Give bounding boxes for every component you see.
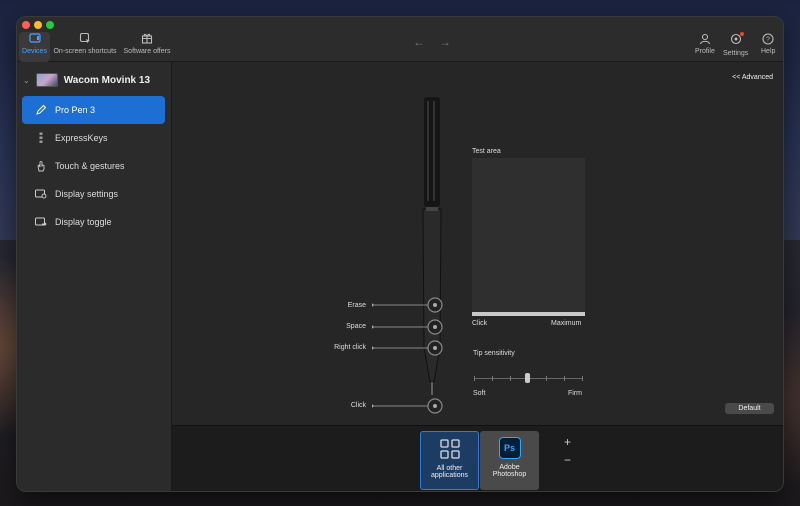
tab-devices-label: Devices — [22, 48, 47, 55]
sidebar-item-label: Pro Pen 3 — [55, 105, 96, 115]
window-controls — [22, 21, 54, 29]
pressure-maximum-label: Maximum — [551, 320, 582, 327]
tab-devices[interactable]: Devices — [19, 32, 50, 62]
app-all-other-applications[interactable]: All other applications — [420, 431, 479, 490]
sidebar-item-label: ExpressKeys — [55, 133, 108, 143]
tab-on-screen-shortcuts[interactable]: On-screen shortcuts — [53, 32, 117, 62]
close-window-button[interactable] — [22, 21, 30, 29]
sidebar-item-label: Display settings — [55, 189, 119, 199]
sidebar-item-display-settings[interactable]: Display settings — [22, 180, 165, 208]
remove-application-button[interactable]: − — [564, 452, 571, 468]
forward-arrow-icon[interactable]: → — [439, 35, 451, 49]
app-add-remove-controls: + − — [564, 434, 571, 468]
device-selector[interactable]: ⌄ Wacom Movink 13 — [23, 73, 150, 87]
settings-button[interactable]: Settings — [723, 32, 749, 57]
settings-icon-wrap — [730, 32, 744, 50]
grid-icon — [439, 439, 460, 459]
pen-button-space[interactable]: Space — [306, 323, 366, 330]
tip-sensitivity-title: Tip sensitivity — [473, 350, 515, 357]
photoshop-icon: Ps — [498, 437, 521, 459]
pen-settings-panel: << Advanced Erase Space Right click Clic… — [172, 62, 783, 425]
sidebar-item-expresskeys[interactable]: ExpressKeys — [22, 124, 165, 152]
application-bar: All other applications Ps Adobe Photosho… — [172, 425, 783, 491]
slider-tick — [564, 376, 565, 381]
app-adobe-photoshop[interactable]: Ps Adobe Photoshop — [480, 431, 539, 490]
back-arrow-icon[interactable]: ← — [413, 35, 425, 49]
tab-software-offers-label: Software offers — [123, 48, 171, 55]
pen-button-callouts — [372, 297, 443, 414]
display-toggle-icon — [35, 217, 47, 226]
chevron-down-icon[interactable]: ⌄ — [23, 76, 30, 85]
help-button[interactable]: ? Help — [761, 33, 775, 55]
app-window: Devices On-screen shortcuts Software off… — [16, 16, 784, 492]
default-button[interactable]: Default — [725, 403, 774, 414]
sidebar-item-display-toggle[interactable]: Display toggle — [22, 208, 165, 236]
app-label-line1: All other — [436, 465, 463, 472]
minimize-window-button[interactable] — [34, 21, 42, 29]
pen-button-erase[interactable]: Erase — [306, 302, 366, 309]
sidebar-item-label: Touch & gestures — [55, 161, 125, 171]
soft-label: Soft — [473, 390, 486, 397]
app-label-line2: Photoshop — [492, 471, 527, 478]
devices-icon — [28, 33, 41, 43]
sidebar: ⌄ Wacom Movink 13 Pro Pen 3 ExpressKeys … — [17, 62, 172, 491]
gift-icon — [141, 33, 153, 44]
device-thumbnail — [35, 73, 58, 87]
sidebar-item-touch-gestures[interactable]: Touch & gestures — [22, 152, 165, 180]
tab-shortcuts-label: On-screen shortcuts — [53, 48, 117, 55]
profile-icon — [699, 33, 710, 45]
test-area-title: Test area — [472, 148, 501, 155]
slider-tick — [546, 376, 547, 381]
settings-label: Settings — [723, 50, 749, 57]
app-label-line2: applications — [431, 472, 468, 479]
zoom-window-button[interactable] — [46, 21, 54, 29]
add-application-button[interactable]: + — [564, 434, 571, 450]
device-name: Wacom Movink 13 — [63, 74, 151, 86]
sidebar-item-pro-pen-3[interactable]: Pro Pen 3 — [22, 96, 165, 124]
slider-tick — [474, 376, 475, 381]
pen-button-right-click[interactable]: Right click — [306, 344, 366, 351]
navigation-arrows: ← → — [413, 35, 451, 49]
display-settings-icon — [35, 189, 47, 199]
slider-tick — [510, 376, 511, 381]
pressure-bar — [472, 312, 585, 316]
firm-label: Firm — [568, 390, 582, 397]
shortcuts-icon — [79, 32, 90, 44]
slider-thumb[interactable] — [525, 373, 530, 383]
toolbar: Devices On-screen shortcuts Software off… — [17, 17, 783, 62]
app-label-line1: Adobe — [499, 464, 520, 471]
sidebar-item-label: Display toggle — [55, 217, 112, 227]
slider-tick — [492, 376, 493, 381]
advanced-link[interactable]: << Advanced — [732, 74, 773, 81]
help-icon: ? — [762, 33, 774, 45]
hand-icon — [37, 160, 45, 172]
svg-text:?: ? — [766, 37, 770, 44]
help-label: Help — [761, 48, 776, 55]
expresskeys-icon — [39, 132, 43, 143]
test-area-canvas[interactable] — [472, 158, 585, 316]
pen-icon — [36, 104, 47, 115]
pen-tip-click[interactable]: Click — [306, 402, 366, 409]
slider-tick — [582, 376, 583, 381]
profile-label: Profile — [695, 48, 715, 55]
tab-software-offers[interactable]: Software offers — [120, 32, 174, 62]
profile-button[interactable]: Profile — [695, 33, 715, 55]
pressure-click-label: Click — [472, 320, 488, 327]
notification-dot — [739, 32, 744, 36]
